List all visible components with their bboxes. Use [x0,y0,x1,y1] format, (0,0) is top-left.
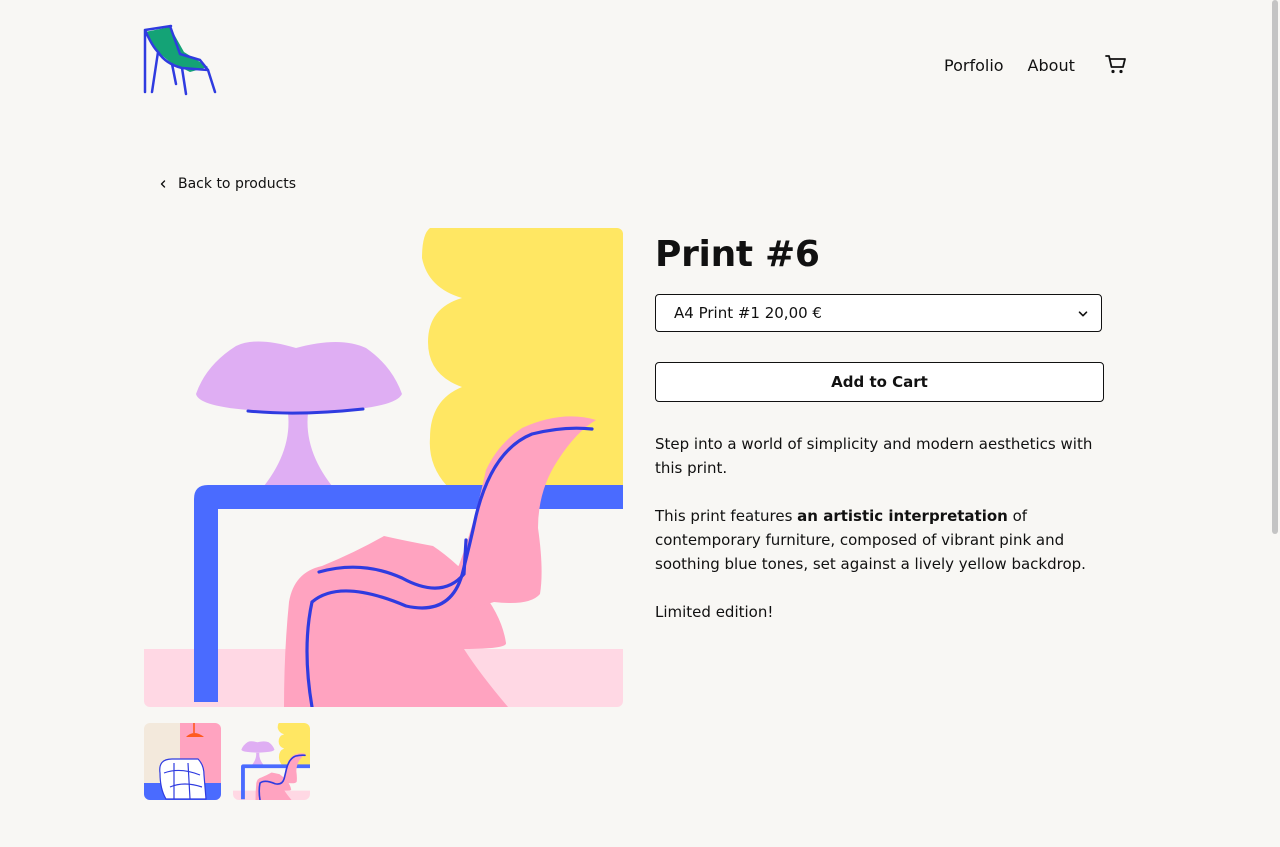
cart-icon [1105,55,1126,74]
product-thumbnail-2[interactable] [233,723,310,800]
nav-portfolio-link[interactable]: Porfolio [944,55,1004,77]
add-to-cart-button[interactable]: Add to Cart [655,362,1104,402]
description-paragraph-1: Step into a world of simplicity and mode… [655,435,1093,477]
variant-select[interactable]: A4 Print #1 20,00 € [655,294,1102,332]
cart-button[interactable] [1104,52,1128,76]
chevron-left-icon [160,180,166,188]
back-link-label: Back to products [178,176,297,192]
chevron-down-icon [1078,311,1088,317]
main-nav: Porfolio About [944,54,1075,78]
description-text: This print features [655,507,798,525]
logo[interactable] [142,24,218,96]
description-paragraph-3: Limited edition! [655,603,774,621]
product-main-image [144,228,623,707]
back-to-products-link[interactable]: Back to products [158,174,296,194]
product-title: Print #6 [655,234,820,275]
product-description: Step into a world of simplicity and mode… [655,432,1095,648]
description-paragraph-2: This print features an artistic interpre… [655,504,1095,576]
description-emphasis: an artistic interpretation [797,507,1008,525]
nav-about-link[interactable]: About [1028,55,1075,77]
page-scrollbar[interactable] [1272,0,1278,534]
chair-logo-icon [143,24,217,96]
variant-select-value: A4 Print #1 20,00 € [674,304,822,322]
product-thumbnail-1[interactable] [144,723,221,800]
